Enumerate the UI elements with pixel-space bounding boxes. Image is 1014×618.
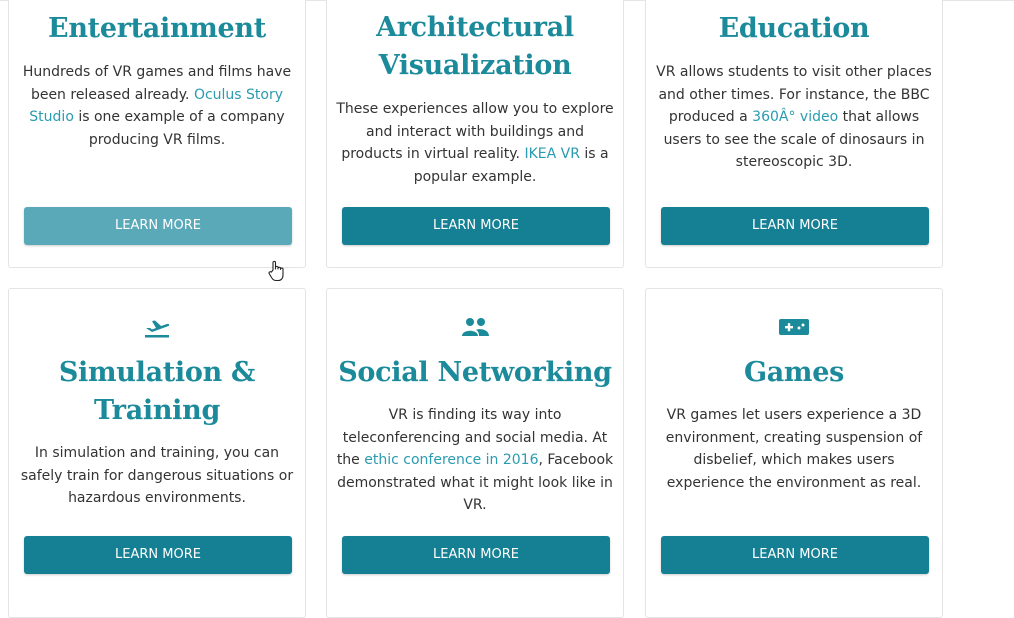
card-description: VR allows students to visit other places… <box>656 64 932 170</box>
hand-pointer-cursor-icon <box>268 260 286 286</box>
card-description: VR is finding its way into teleconferenc… <box>336 407 614 513</box>
card-simulation-training: Simulation & Training In simulation and t… <box>8 288 306 618</box>
learn-more-button[interactable]: LEARN MORE <box>342 207 610 245</box>
bbc-360-video-link[interactable]: 360Â° video <box>752 109 838 125</box>
learn-more-button[interactable]: LEARN MORE <box>342 536 610 574</box>
card-description: These experiences allow you to explore a… <box>336 101 614 185</box>
card-education: Education VR allows students to visit ot… <box>645 0 943 268</box>
card-title: Social Networking <box>338 357 612 388</box>
card-description: Hundreds of VR games and films have been… <box>22 64 292 148</box>
card-title: Games <box>743 357 844 388</box>
card-title: Simulation & Training <box>58 357 256 426</box>
learn-more-button[interactable]: LEARN MORE <box>661 536 929 574</box>
learn-more-button[interactable]: LEARN MORE <box>24 536 292 574</box>
card-architectural-visualization: Architectural Visualization These experie… <box>326 0 624 268</box>
people-icon <box>460 317 490 341</box>
learn-more-button[interactable]: LEARN MORE <box>24 207 292 245</box>
card-title: Education <box>718 13 870 44</box>
card-games: Games VR games let users experience a 3D… <box>645 288 943 618</box>
ikea-vr-link[interactable]: IKEA VR <box>524 146 580 162</box>
gamepad-icon <box>779 319 809 339</box>
ethic-conference-link[interactable]: ethic conference in 2016 <box>364 452 538 468</box>
learn-more-button[interactable]: LEARN MORE <box>661 207 929 245</box>
card-social-networking: Social Networking VR is finding its way … <box>326 288 624 618</box>
card-title: Architectural Visualization <box>376 12 574 81</box>
card-title: Entertainment <box>48 13 266 44</box>
card-description: VR games let users experience a 3D envir… <box>665 407 923 491</box>
card-description: In simulation and training, you can safe… <box>20 445 294 506</box>
airplane-takeoff-icon <box>143 316 171 342</box>
card-entertainment: Entertainment Hundreds of VR games and f… <box>8 0 306 268</box>
